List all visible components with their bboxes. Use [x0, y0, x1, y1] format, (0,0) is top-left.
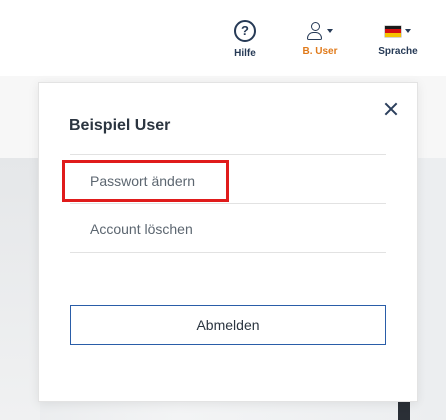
help-label: Hilfe: [234, 48, 256, 59]
change-password-link[interactable]: Passwort ändern: [62, 157, 386, 205]
chevron-down-icon: [405, 29, 411, 33]
language-nav-item[interactable]: Sprache: [368, 20, 428, 57]
divider: [70, 203, 386, 204]
language-label: Sprache: [378, 46, 418, 57]
help-circle-icon: ?: [234, 20, 256, 42]
top-header: ? Hilfe B. User Sprache: [0, 0, 446, 76]
logout-button[interactable]: Abmelden: [70, 305, 386, 345]
divider: [70, 252, 386, 253]
user-icon: [307, 22, 323, 40]
help-nav-item[interactable]: ? Hilfe: [225, 20, 265, 59]
user-label: B. User: [302, 46, 338, 57]
user-nav-item[interactable]: B. User: [292, 20, 348, 57]
user-menu-popup: Beispiel User Passwort ändern Account lö…: [38, 82, 418, 402]
chevron-down-icon: [327, 29, 333, 33]
delete-account-link[interactable]: Account löschen: [70, 205, 386, 253]
divider: [70, 154, 386, 155]
flag-germany-icon: [385, 25, 401, 37]
close-icon[interactable]: [383, 101, 399, 117]
user-menu-title: Beispiel User: [69, 117, 171, 134]
